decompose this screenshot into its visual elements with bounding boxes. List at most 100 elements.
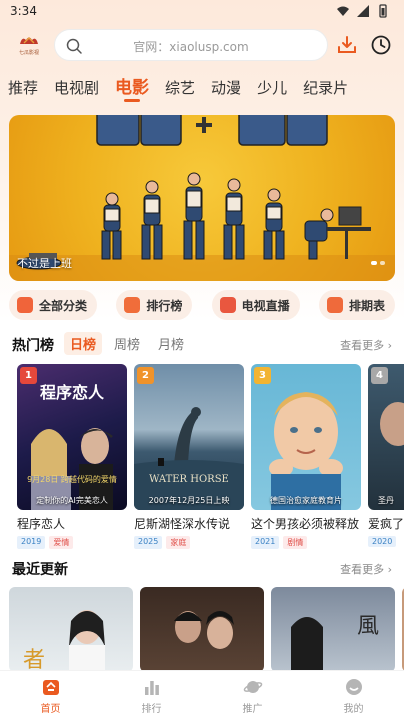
app-logo[interactable]: 七瓜影视 <box>14 30 44 60</box>
tv-icon <box>219 297 236 313</box>
nav-label: 推广 <box>242 704 263 715</box>
hot-section-title: 热门榜 <box>12 338 54 354</box>
hot-poster: 程序恋人 9月28日 跨越代码的爱情 1 定制你的AI完美恋人 <box>17 364 127 510</box>
poster-art <box>269 392 343 510</box>
rank-tab[interactable]: 月榜 <box>152 332 190 355</box>
status-time: 3:34 <box>10 4 37 18</box>
genre-tag: 家庭 <box>166 536 191 549</box>
download-icon[interactable] <box>336 34 358 56</box>
rank-badge: 1 <box>20 367 37 384</box>
poster-art: WATER HORSE <box>134 407 244 510</box>
nav-promote[interactable]: 推广 <box>202 671 303 718</box>
hot-more-link[interactable]: 查看更多 › <box>340 337 392 353</box>
svg-text:者: 者 <box>23 648 45 672</box>
poster-caption: 圣丹 <box>378 496 394 505</box>
tab-2[interactable]: 电影 <box>107 76 157 104</box>
history-icon[interactable] <box>370 34 392 56</box>
fire-icon <box>124 297 141 313</box>
svg-text:9月28日 跨越代码的爱情: 9月28日 跨越代码的爱情 <box>27 474 117 484</box>
quick-action-button[interactable]: 排期表 <box>318 290 395 320</box>
hot-card[interactable]: WATER HORSE 2 2007年12月25日上映 尼斯湖怪深水传说 202… <box>134 364 244 549</box>
year-tag: 2021 <box>251 536 280 549</box>
genre-tag: 剧情 <box>283 536 308 549</box>
calendar-icon <box>326 297 343 313</box>
genre-tag: 爱情 <box>49 536 74 549</box>
hot-card-title: 这个男孩必须被释放 <box>251 517 360 531</box>
hot-card[interactable]: 程序恋人 9月28日 跨越代码的爱情 1 定制你的AI完美恋人 程序恋人 201… <box>17 364 127 549</box>
play-icon <box>17 297 33 313</box>
category-tabs: 推荐 电视剧 电影 综艺 动漫 少儿 纪录片 <box>0 76 404 108</box>
quick-action-button[interactable]: 电视直播 <box>211 290 300 320</box>
signal-icon <box>357 5 369 17</box>
home-icon <box>42 680 59 695</box>
quick-action-label: 排期表 <box>348 298 385 313</box>
tab-5[interactable]: 少儿 <box>249 76 295 104</box>
rank-tab[interactable]: 周榜 <box>108 332 146 355</box>
tab-4[interactable]: 动漫 <box>203 76 249 104</box>
quick-action-button[interactable]: 排行榜 <box>116 290 193 320</box>
tab-3[interactable]: 综艺 <box>157 76 203 104</box>
poster-art <box>380 402 404 446</box>
tab-0[interactable]: 推荐 <box>0 76 46 104</box>
recent-section-title: 最近更新 <box>12 562 68 578</box>
nav-label: 我的 <box>343 704 364 715</box>
recent-card[interactable]: 風 <box>271 587 395 672</box>
banner-caption: 不过是上班 <box>17 257 72 270</box>
banner-dot[interactable] <box>371 261 377 265</box>
quick-action-button[interactable]: 全部分类 <box>9 290 98 320</box>
planet-icon <box>243 681 262 693</box>
year-tag: 2019 <box>17 536 46 549</box>
nav-profile[interactable]: 我的 <box>303 671 404 718</box>
profile-icon <box>345 679 362 695</box>
rank-badge: 4 <box>371 367 388 384</box>
poster-caption: 定制你的AI完美恋人 <box>36 496 108 505</box>
hot-card[interactable]: 4 圣丹 爱疯了 2020 <box>368 364 404 547</box>
quick-action-label: 电视直播 <box>241 298 290 313</box>
logo-text: 七瓜影视 <box>18 50 39 56</box>
quick-action-label: 全部分类 <box>39 298 88 313</box>
search-placeholder: 官网：xiaolusp.com <box>133 40 249 54</box>
status-bar: 3:34 <box>0 0 404 24</box>
poster-caption: 2007年12月25日上映 <box>148 496 230 505</box>
tab-6[interactable]: 纪录片 <box>295 76 356 104</box>
hot-poster: WATER HORSE 2 2007年12月25日上映 <box>134 364 244 510</box>
recent-more-link[interactable]: 查看更多 › <box>340 561 392 577</box>
recent-card[interactable]: 者 <box>9 587 133 672</box>
hero-banner[interactable]: 不过是上班 <box>9 115 395 281</box>
year-tag: 2020 <box>368 536 397 547</box>
hot-poster: 3 德国治愈家庭教育片 <box>251 364 361 510</box>
poster-caption: 德国治愈家庭教育片 <box>270 496 342 505</box>
svg-text:WATER HORSE: WATER HORSE <box>149 474 229 485</box>
banner-pagination <box>371 261 385 265</box>
year-tag: 2025 <box>134 536 163 549</box>
svg-text:風: 風 <box>357 614 379 639</box>
poster-art: 程序恋人 9月28日 跨越代码的爱情 <box>27 383 117 510</box>
battery-icon <box>379 4 387 18</box>
recent-section-header: 最近更新 查看更多 › <box>12 556 392 580</box>
nav-rank[interactable]: 排行 <box>101 671 202 718</box>
recent-list: 者 風 <box>9 587 404 672</box>
rank-badge: 3 <box>254 367 271 384</box>
banner-dot[interactable] <box>380 261 385 265</box>
hot-section-header: 热门榜 日榜 周榜 月榜 查看更多 › <box>12 332 392 356</box>
search-bar[interactable]: 官网：xiaolusp.com <box>54 29 328 61</box>
rank-badge: 2 <box>137 367 154 384</box>
rank-tabs: 日榜 周榜 月榜 <box>64 332 190 355</box>
nav-label: 排行 <box>141 704 162 715</box>
hot-card-title: 程序恋人 <box>17 517 66 531</box>
hot-poster: 4 圣丹 <box>368 364 404 510</box>
nav-home[interactable]: 首页 <box>0 671 101 718</box>
quick-actions: 全部分类 排行榜 电视直播 排期表 <box>9 290 395 322</box>
logo-mark-icon <box>20 37 38 44</box>
hot-list: 程序恋人 9月28日 跨越代码的爱情 1 定制你的AI完美恋人 程序恋人 201… <box>17 364 404 554</box>
tab-1[interactable]: 电视剧 <box>46 76 107 104</box>
recent-poster-art: 風 <box>291 614 379 672</box>
recent-card[interactable] <box>140 587 264 672</box>
wifi-icon <box>337 6 349 16</box>
chart-icon <box>144 681 159 695</box>
hot-card-title: 尼斯湖怪深水传说 <box>134 517 231 531</box>
recent-poster-art: 者 <box>23 610 105 672</box>
recent-poster-art <box>174 611 234 649</box>
hot-card[interactable]: 3 德国治愈家庭教育片 这个男孩必须被释放 2021 剧情 <box>251 364 361 549</box>
rank-tab[interactable]: 日榜 <box>64 332 103 355</box>
